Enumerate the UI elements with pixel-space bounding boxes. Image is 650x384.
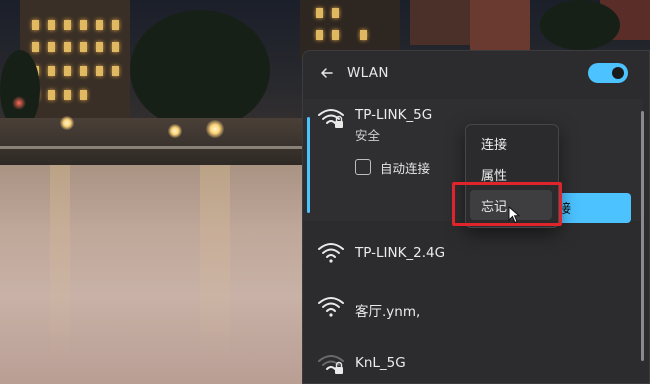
wallpaper-tree <box>540 0 620 50</box>
toggle-knob <box>612 67 624 79</box>
wallpaper-building <box>470 0 530 50</box>
network-name[interactable]: TP-LINK_2.4G <box>355 245 445 261</box>
wallpaper-window <box>64 42 71 52</box>
wallpaper-window <box>48 20 55 30</box>
wallpaper-window <box>64 66 71 76</box>
network-name[interactable]: KnL_5G <box>355 355 406 371</box>
wallpaper-window <box>48 90 55 100</box>
wallpaper-window <box>360 30 367 40</box>
auto-connect-label: 自动连接 <box>380 161 431 176</box>
back-arrow-icon[interactable] <box>317 63 337 83</box>
network-name[interactable]: 客厅.ynm, <box>355 300 420 320</box>
wallpaper-lamp <box>60 116 74 130</box>
wallpaper-window <box>96 66 103 76</box>
wallpaper-tree <box>130 10 270 130</box>
selection-indicator <box>307 117 310 213</box>
wallpaper-window <box>112 20 119 30</box>
wallpaper-window <box>112 66 119 76</box>
wallpaper-window <box>80 90 87 100</box>
annotation-highlight-box <box>452 182 562 226</box>
wallpaper-reflection <box>200 165 230 365</box>
network-status: 安全 <box>355 128 381 143</box>
wallpaper-window <box>32 42 39 52</box>
wlan-toggle[interactable] <box>588 63 628 83</box>
wallpaper-window <box>64 20 71 30</box>
wallpaper-lamp <box>12 96 26 110</box>
wallpaper-window <box>32 20 39 30</box>
wallpaper-window <box>332 30 339 40</box>
wallpaper-window <box>96 20 103 30</box>
wallpaper-window <box>96 42 103 52</box>
network-name: TP-LINK_5G <box>355 107 433 123</box>
wallpaper-building <box>410 0 470 45</box>
wallpaper-window <box>80 66 87 76</box>
wallpaper-window <box>64 90 71 100</box>
wifi-weak-secured-icon <box>318 355 344 374</box>
wallpaper-lamp <box>168 124 182 138</box>
wifi-icon <box>318 243 344 263</box>
scrollbar[interactable] <box>641 111 644 361</box>
mouse-cursor-icon <box>508 206 520 224</box>
flyout-header: WLAN <box>303 51 649 97</box>
wallpaper-reflection <box>50 165 70 365</box>
wifi-icon <box>318 297 344 317</box>
wallpaper-window <box>48 42 55 52</box>
wifi-secured-icon <box>318 109 344 128</box>
wallpaper-window <box>112 42 119 52</box>
wallpaper-embankment <box>0 118 310 170</box>
wallpaper-window <box>80 20 87 30</box>
menu-item-connect[interactable]: 连接 <box>481 134 507 153</box>
wallpaper-railing <box>0 146 310 149</box>
flyout-title: WLAN <box>347 65 389 81</box>
wallpaper-window <box>48 66 55 76</box>
auto-connect-checkbox[interactable] <box>355 159 371 175</box>
wallpaper-window <box>316 8 323 18</box>
wallpaper-lamp <box>206 120 224 138</box>
wallpaper-window <box>80 42 87 52</box>
wallpaper-window <box>332 8 339 18</box>
wallpaper-window <box>316 30 323 40</box>
